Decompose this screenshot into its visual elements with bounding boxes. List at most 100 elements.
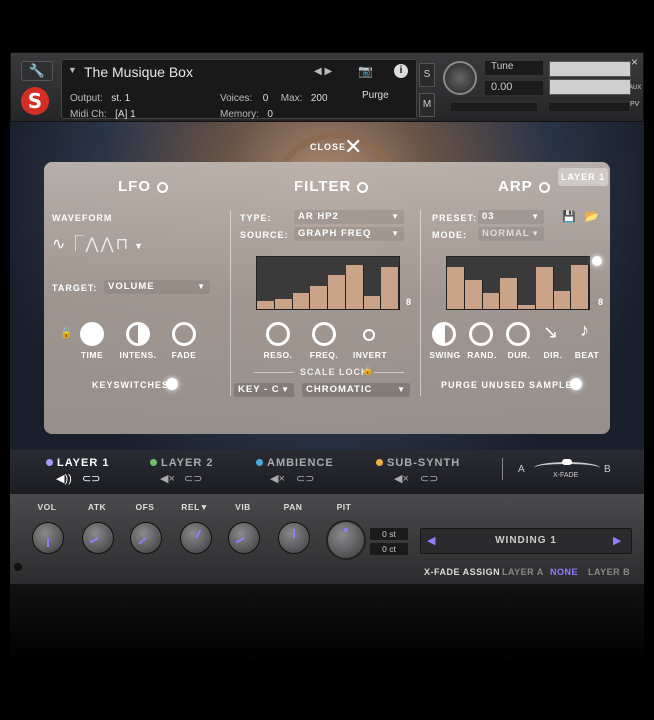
- xfade-option-layer-a[interactable]: LAYER A: [502, 567, 544, 577]
- lock-icon[interactable]: 🔒: [362, 365, 373, 376]
- volume-slider[interactable]: [549, 103, 629, 111]
- save-icon[interactable]: 💾: [562, 210, 576, 223]
- filter-step-bar[interactable]: [363, 296, 382, 309]
- arp-step-bar[interactable]: [482, 293, 501, 309]
- keyswitches-toggle[interactable]: [166, 378, 178, 390]
- tune-knob[interactable]: [443, 61, 477, 95]
- purge-menu[interactable]: Purge: [362, 90, 389, 101]
- arp-step-bar[interactable]: [535, 267, 554, 309]
- link-icon[interactable]: ⊂⊃: [296, 472, 314, 485]
- max-value[interactable]: 200: [311, 93, 328, 104]
- filter-type-dropdown[interactable]: AR HP2 ▼: [294, 210, 404, 224]
- filter-step-bar[interactable]: [257, 301, 275, 309]
- aux-button[interactable]: AUX: [629, 85, 641, 91]
- vol-knob[interactable]: [32, 522, 64, 554]
- close-x-icon[interactable]: ✕: [344, 134, 362, 160]
- lfo-time-knob[interactable]: [80, 322, 104, 346]
- filter-steps-count[interactable]: 8: [406, 297, 412, 307]
- scale-dropdown[interactable]: CHROMATIC ▼: [302, 383, 410, 397]
- waveform-dropdown-icon[interactable]: ▼: [134, 241, 145, 251]
- folder-icon[interactable]: 📂: [584, 209, 599, 223]
- arp-graph-toggle[interactable]: [592, 256, 602, 266]
- pitch-knob[interactable]: [326, 520, 366, 560]
- speaker-muted-icon[interactable]: ◀×: [160, 472, 175, 485]
- filter-step-bar[interactable]: [381, 267, 399, 309]
- pan-slider[interactable]: [451, 103, 537, 111]
- link-icon[interactable]: ⊂⊃: [184, 472, 202, 485]
- xfade-handle[interactable]: [562, 459, 572, 465]
- ramp-wave-icon[interactable]: ⎾: [67, 236, 85, 253]
- tune-value[interactable]: 0.00: [485, 81, 543, 95]
- speaker-muted-icon[interactable]: ◀×: [270, 472, 285, 485]
- link-icon[interactable]: ⊂⊃: [420, 472, 438, 485]
- waveform-selector[interactable]: ∿⎾⋀⋀⊓ ▼: [52, 230, 145, 254]
- close-button[interactable]: CLOSE: [310, 142, 346, 152]
- pitch-semitone-field[interactable]: 0 st: [370, 528, 408, 540]
- arp-mode-dropdown[interactable]: NORMAL ▼: [478, 227, 544, 241]
- pan-knob[interactable]: [278, 522, 310, 554]
- lfo-intensity-knob[interactable]: [126, 322, 150, 346]
- midi-row[interactable]: Midi Ch: [A] 1: [70, 104, 136, 122]
- collapse-arrow-icon[interactable]: ▼: [68, 65, 77, 75]
- info-icon[interactable]: i: [394, 64, 408, 78]
- swing-knob[interactable]: [432, 322, 456, 346]
- arp-step-bar[interactable]: [500, 278, 518, 309]
- saw-wave-icon[interactable]: ⋀: [101, 236, 116, 253]
- wrench-icon[interactable]: 🔧: [21, 61, 53, 81]
- triangle-wave-icon[interactable]: ⋀: [85, 236, 100, 253]
- reso-knob[interactable]: [266, 322, 290, 346]
- arp-steps-count[interactable]: 8: [598, 297, 604, 307]
- rel-knob[interactable]: [180, 522, 212, 554]
- pitch-cent-field[interactable]: 0 ct: [370, 543, 408, 555]
- beat-note-icon[interactable]: ♪: [580, 320, 589, 341]
- vib-knob[interactable]: [228, 522, 260, 554]
- mute-button[interactable]: M: [419, 93, 435, 117]
- close-window-icon[interactable]: ×: [631, 55, 638, 69]
- pv-button[interactable]: PV: [630, 101, 639, 108]
- freq-knob[interactable]: [312, 322, 336, 346]
- solo-button[interactable]: S: [419, 63, 435, 87]
- filter-step-bar[interactable]: [310, 286, 328, 309]
- speaker-muted-icon[interactable]: ◀×: [394, 472, 409, 485]
- dur-knob[interactable]: [506, 322, 530, 346]
- filter-step-bar[interactable]: [328, 275, 346, 309]
- filter-source-dropdown[interactable]: GRAPH FREQ ▼: [294, 227, 404, 241]
- key-dropdown[interactable]: KEY - C ▼: [234, 383, 294, 397]
- filter-power-icon[interactable]: [357, 181, 369, 193]
- link-icon[interactable]: ⊂⊃: [82, 472, 100, 485]
- target-dropdown[interactable]: VOLUME ▼: [104, 280, 210, 294]
- random-wave-icon[interactable]: ⊓: [116, 236, 130, 253]
- preset-name[interactable]: WINDING 1: [421, 535, 631, 546]
- speaker-icon[interactable]: ◀)): [56, 472, 72, 485]
- xfade-option-layer-b[interactable]: LAYER B: [588, 567, 630, 577]
- instrument-name[interactable]: The Musique Box: [84, 64, 193, 80]
- sine-wave-icon[interactable]: ∿: [52, 236, 67, 253]
- filter-step-bar[interactable]: [292, 293, 311, 309]
- subsynth-tab[interactable]: SUB-SYNTH: [376, 457, 460, 469]
- arp-step-bar[interactable]: [447, 267, 465, 309]
- lfo-power-icon[interactable]: [157, 181, 168, 193]
- filter-step-graph[interactable]: [256, 256, 400, 310]
- invert-toggle[interactable]: [363, 329, 375, 341]
- arp-power-icon[interactable]: [538, 181, 550, 193]
- ambience-tab[interactable]: AMBIENCE: [256, 457, 334, 469]
- next-preset-icon[interactable]: ▶: [613, 534, 621, 547]
- filter-step-bar[interactable]: [345, 265, 364, 309]
- purge-samples-toggle[interactable]: [570, 378, 582, 390]
- ofs-knob[interactable]: [130, 522, 162, 554]
- lfo-fade-knob[interactable]: [172, 322, 196, 346]
- rand-knob[interactable]: [469, 322, 493, 346]
- layer2-tab[interactable]: LAYER 2: [150, 457, 213, 469]
- prev-next-arrows-icon[interactable]: ◀ ▶: [314, 66, 332, 77]
- arp-step-bar[interactable]: [571, 265, 589, 309]
- arp-step-bar[interactable]: [518, 305, 536, 309]
- arp-step-bar[interactable]: [464, 280, 483, 309]
- atk-knob[interactable]: [82, 522, 114, 554]
- arp-step-bar[interactable]: [553, 291, 572, 309]
- layer1-tab[interactable]: LAYER 1: [46, 457, 109, 469]
- camera-icon[interactable]: 📷: [358, 64, 373, 78]
- arp-preset-dropdown[interactable]: 03 ▼: [478, 210, 544, 224]
- direction-arrow-icon[interactable]: ↘: [543, 322, 558, 343]
- lock-icon[interactable]: 🔓: [60, 328, 72, 339]
- arp-step-graph[interactable]: [446, 256, 590, 310]
